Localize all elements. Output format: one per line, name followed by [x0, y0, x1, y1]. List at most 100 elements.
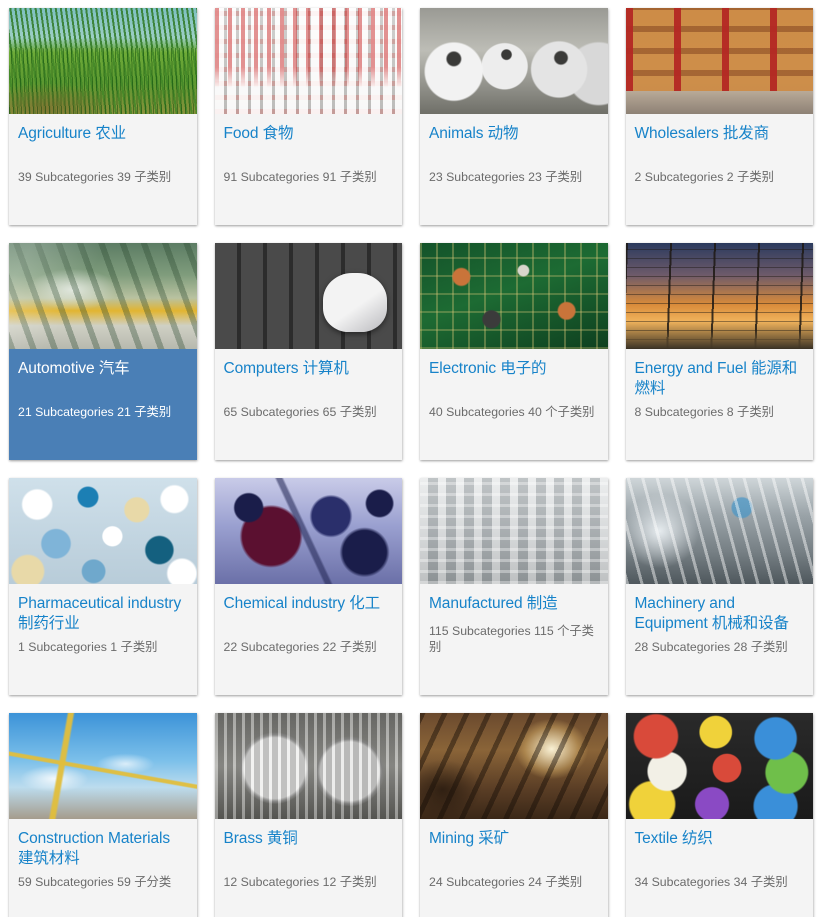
- category-card[interactable]: Food 食物 91 Subcategories 91 子类别: [214, 8, 403, 225]
- category-thumbnail[interactable]: [214, 243, 402, 349]
- category-thumbnail[interactable]: [214, 713, 402, 819]
- power-transmission-towers-sunset-photo-icon: [625, 243, 813, 349]
- category-title-link[interactable]: Chemical industry 化工: [224, 594, 394, 614]
- category-thumbnail[interactable]: [9, 713, 197, 819]
- colorful-yarn-balls-photo-icon: [625, 713, 813, 819]
- subcategory-count: 39 Subcategories 39 子类别: [18, 170, 172, 184]
- category-card-body: Energy and Fuel 能源和燃料 8 Subcategories 8 子…: [626, 349, 814, 460]
- subcategory-count: 59 Subcategories 59 子分类: [18, 875, 172, 889]
- category-title-link[interactable]: Automotive 汽车: [18, 359, 188, 379]
- subcategory-count: 23 Subcategories 23 子类别: [429, 170, 583, 184]
- category-cell: Automotive 汽车 21 Subcategories 21 子类别: [0, 235, 206, 470]
- warehouse-shelving-photo-icon: [625, 8, 813, 114]
- category-cell: Chemical industry 化工 22 Subcategories 22 …: [206, 470, 412, 705]
- category-card[interactable]: Computers 计算机 65 Subcategories 65 子类别: [214, 243, 403, 460]
- subcategory-count: 24 Subcategories 24 子类别: [429, 875, 583, 889]
- category-title-link[interactable]: Animals 动物: [429, 124, 599, 144]
- category-card-body: Construction Materials 建筑材料 59 Subcategor…: [9, 819, 197, 917]
- category-card-body: Pharmaceutical industry 制药行业 1 Subcategor…: [9, 584, 197, 695]
- assorted-pills-capsules-photo-icon: [9, 478, 197, 584]
- category-cell: Pharmaceutical industry 制药行业 1 Subcategor…: [0, 470, 206, 705]
- category-card[interactable]: Automotive 汽车 21 Subcategories 21 子类别: [9, 243, 197, 460]
- category-title-link[interactable]: Pharmaceutical industry 制药行业: [18, 594, 188, 634]
- car-assembly-line-photo-icon: [9, 243, 197, 349]
- category-title-link[interactable]: Wholesalers 批发商: [635, 124, 805, 144]
- category-cell: Machinery and Equipment 机械和设备 28 Subcateg…: [617, 470, 822, 705]
- category-thumbnail[interactable]: [625, 243, 813, 349]
- category-title-link[interactable]: Brass 黄铜: [224, 829, 394, 849]
- category-title-link[interactable]: Energy and Fuel 能源和燃料: [635, 359, 805, 399]
- category-title-link[interactable]: Agriculture 农业: [18, 124, 188, 144]
- category-card[interactable]: Animals 动物 23 Subcategories 23 子类别: [420, 8, 608, 225]
- category-title-link[interactable]: Electronic 电子的: [429, 359, 599, 379]
- category-title-link[interactable]: Food 食物: [224, 124, 394, 144]
- category-card-body: Brass 黄铜 12 Subcategories 12 子类别: [215, 819, 403, 917]
- category-cell: Computers 计算机 65 Subcategories 65 子类别: [206, 235, 412, 470]
- metal-lathe-coolant-photo-icon: [625, 478, 813, 584]
- category-cell: Energy and Fuel 能源和燃料 8 Subcategories 8 子…: [617, 235, 822, 470]
- category-card[interactable]: Mining 采矿 24 Subcategories 24 子类别: [420, 713, 608, 917]
- category-cell: Electronic 电子的 40 Subcategories 40 个子类别: [411, 235, 617, 470]
- subcategory-count: 65 Subcategories 65 子类别: [223, 405, 377, 419]
- category-card[interactable]: Textile 纺织 34 Subcategories 34 子类别: [625, 713, 814, 917]
- category-grid: Agriculture 农业 39 Subcategories 39 子类别 Foo…: [0, 0, 822, 917]
- subcategory-count: 34 Subcategories 34 子类别: [634, 875, 788, 889]
- category-card-body: Textile 纺织 34 Subcategories 34 子类别: [626, 819, 814, 917]
- food-production-line-photo-icon: [214, 8, 402, 114]
- category-thumbnail[interactable]: [625, 8, 813, 114]
- category-title-link[interactable]: Manufactured 制造: [429, 594, 599, 614]
- category-card-body: Machinery and Equipment 机械和设备 28 Subcateg…: [626, 584, 814, 695]
- category-card[interactable]: Pharmaceutical industry 制药行业 1 Subcategor…: [9, 478, 197, 695]
- category-thumbnail[interactable]: [625, 478, 813, 584]
- green-circuit-board-photo-icon: [420, 243, 608, 349]
- category-title-link[interactable]: Mining 采矿: [429, 829, 599, 849]
- category-title-link[interactable]: Textile 纺织: [635, 829, 805, 849]
- category-thumbnail[interactable]: [420, 478, 608, 584]
- category-card-body: Food 食物 91 Subcategories 91 子类别: [215, 114, 403, 225]
- crane-construction-site-photo-icon: [9, 713, 197, 819]
- category-thumbnail[interactable]: [420, 713, 608, 819]
- category-card[interactable]: Chemical industry 化工 22 Subcategories 22 …: [214, 478, 403, 695]
- category-thumbnail[interactable]: [214, 478, 402, 584]
- category-thumbnail[interactable]: [9, 243, 197, 349]
- category-cell: Mining 采矿 24 Subcategories 24 子类别: [411, 705, 617, 917]
- steel-coil-rolls-photo-icon: [214, 713, 402, 819]
- white-cattle-herd-photo-icon: [420, 8, 608, 114]
- category-card[interactable]: Energy and Fuel 能源和燃料 8 Subcategories 8 子…: [625, 243, 814, 460]
- subcategory-count: 115 Subcategories 115 个子类别: [429, 624, 594, 654]
- subcategory-count: 21 Subcategories 21 子类别: [18, 405, 172, 419]
- category-card[interactable]: Agriculture 农业 39 Subcategories 39 子类别: [9, 8, 197, 225]
- category-card-body: Computers 计算机 65 Subcategories 65 子类别: [215, 349, 403, 460]
- subcategory-count: 40 Subcategories 40 个子类别: [429, 405, 595, 419]
- category-thumbnail[interactable]: [9, 478, 197, 584]
- category-card-body: Chemical industry 化工 22 Subcategories 22 …: [215, 584, 403, 695]
- category-cell: Construction Materials 建筑材料 59 Subcategor…: [0, 705, 206, 917]
- category-card-body: Manufactured 制造 115 Subcategories 115 个子类…: [420, 584, 608, 695]
- category-card[interactable]: Manufactured 制造 115 Subcategories 115 个子类…: [420, 478, 608, 695]
- molecule-model-wine-glass-photo-icon: [214, 478, 402, 584]
- category-card[interactable]: Brass 黄铜 12 Subcategories 12 子类别: [214, 713, 403, 917]
- category-thumbnail[interactable]: [9, 8, 197, 114]
- subcategory-count: 12 Subcategories 12 子类别: [223, 875, 377, 889]
- category-cell: Wholesalers 批发商 2 Subcategories 2 子类别: [617, 0, 822, 235]
- category-card-body: Agriculture 农业 39 Subcategories 39 子类别: [9, 114, 197, 225]
- category-cell: Brass 黄铜 12 Subcategories 12 子类别: [206, 705, 412, 917]
- subcategory-count: 28 Subcategories 28 子类别: [634, 640, 788, 654]
- category-card[interactable]: Wholesalers 批发商 2 Subcategories 2 子类别: [625, 8, 813, 225]
- category-card[interactable]: Electronic 电子的 40 Subcategories 40 个子类别: [420, 243, 608, 460]
- category-thumbnail[interactable]: [420, 243, 608, 349]
- category-title-link[interactable]: Construction Materials 建筑材料: [18, 829, 188, 869]
- category-card-body: Electronic 电子的 40 Subcategories 40 个子类别: [420, 349, 608, 460]
- category-cell: Animals 动物 23 Subcategories 23 子类别: [411, 0, 617, 235]
- category-card[interactable]: Machinery and Equipment 机械和设备 28 Subcateg…: [625, 478, 814, 695]
- category-thumbnail[interactable]: [420, 8, 608, 114]
- category-title-link[interactable]: Machinery and Equipment 机械和设备: [635, 594, 805, 634]
- subcategory-count: 1 Subcategories 1 子类别: [18, 640, 158, 654]
- category-card-body: Automotive 汽车 21 Subcategories 21 子类别: [9, 349, 197, 460]
- category-title-link[interactable]: Computers 计算机: [224, 359, 394, 379]
- category-thumbnail[interactable]: [214, 8, 402, 114]
- keyboard-and-mouse-photo-icon: [214, 243, 402, 349]
- category-card-body: Animals 动物 23 Subcategories 23 子类别: [420, 114, 608, 225]
- category-thumbnail[interactable]: [625, 713, 813, 819]
- category-card[interactable]: Construction Materials 建筑材料 59 Subcategor…: [9, 713, 197, 917]
